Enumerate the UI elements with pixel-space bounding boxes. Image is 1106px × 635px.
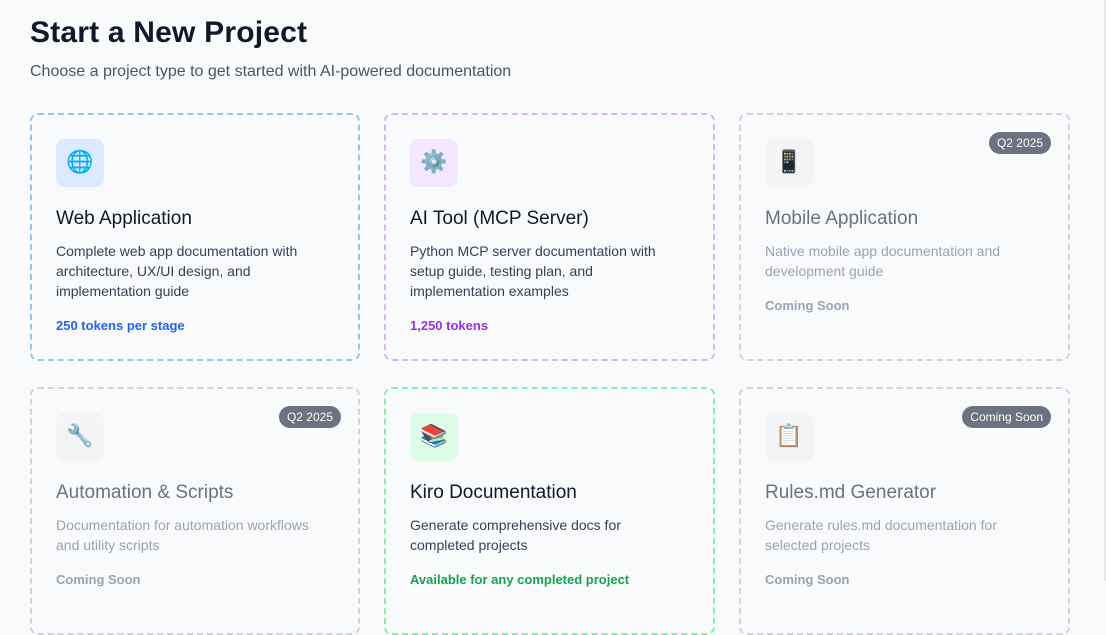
project-type-grid: 🌐 Web Application Complete web app docum… [30, 113, 1070, 635]
page-subtitle: Choose a project type to get started wit… [30, 63, 512, 80]
card-title: Mobile Application [765, 208, 919, 229]
project-card-kiro-documentation[interactable]: 📚 Kiro Documentation Generate comprehens… [384, 387, 715, 635]
globe-icon: 🌐 [56, 139, 104, 187]
wrench-icon: 🔧 [56, 413, 104, 461]
project-card-mobile-application: Q2 2025 📱 Mobile Application Native mobi… [739, 113, 1070, 361]
books-icon: 📚 [410, 413, 458, 461]
clipboard-icon: 📋 [765, 413, 813, 461]
card-description: Generate comprehensive docs for complete… [410, 517, 621, 553]
card-status: Coming Soon [765, 298, 850, 313]
page-title: Start a New Project [30, 16, 308, 49]
project-card-web-application[interactable]: 🌐 Web Application Complete web app docum… [30, 113, 360, 361]
page-header: Start a New Project Choose a project typ… [30, 14, 511, 82]
card-description: Python MCP server documentation with set… [410, 243, 656, 299]
card-description: Generate rules.md documentation for sele… [765, 517, 997, 553]
card-status: Coming Soon [56, 572, 141, 587]
card-description: Native mobile app documentation and deve… [765, 243, 1001, 279]
card-title: Automation & Scripts [56, 482, 234, 503]
card-token-cost: 250 tokens per stage [56, 318, 185, 333]
project-card-ai-tool[interactable]: ⚙️ AI Tool (MCP Server) Python MCP serve… [384, 113, 715, 361]
card-title: Rules.md Generator [765, 482, 937, 503]
card-title: AI Tool (MCP Server) [410, 208, 589, 229]
card-token-cost: 1,250 tokens [410, 318, 489, 333]
card-title: Web Application [56, 208, 192, 229]
status-badge: Q2 2025 [988, 132, 1051, 154]
gear-icon: ⚙️ [410, 139, 458, 187]
project-card-automation-scripts: Q2 2025 🔧 Automation & Scripts Documenta… [30, 387, 360, 635]
card-description: Documentation for automation workflows a… [56, 517, 309, 553]
status-badge: Q2 2025 [278, 406, 341, 428]
mobile-phone-icon: 📱 [765, 139, 813, 187]
project-card-rules-md-generator: Coming Soon 📋 Rules.md Generator Generat… [739, 387, 1070, 635]
card-availability: Available for any completed project [410, 572, 630, 587]
card-status: Coming Soon [765, 572, 850, 587]
card-title: Kiro Documentation [410, 482, 577, 503]
status-badge: Coming Soon [962, 406, 1051, 428]
card-description: Complete web app documentation with arch… [56, 243, 298, 299]
